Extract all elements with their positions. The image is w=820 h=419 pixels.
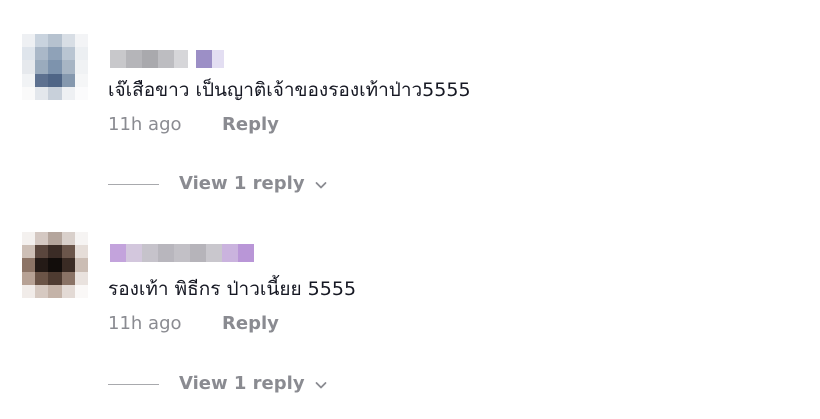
chevron-down-icon <box>314 177 328 191</box>
view-replies-label: View 1 reply <box>179 373 305 394</box>
comment-meta: 11h ago Reply <box>108 312 279 336</box>
reply-button[interactable]: Reply <box>222 113 279 137</box>
chevron-down-icon <box>314 377 328 391</box>
reply-button[interactable]: Reply <box>222 312 279 336</box>
comment-item: เจ๊เสือขาว เป็นญาติเจ้าของรองเท้าป่าว555… <box>0 0 820 210</box>
comment-timestamp: 11h ago <box>108 313 182 334</box>
divider-line <box>108 183 159 185</box>
username-redacted[interactable] <box>110 244 254 262</box>
comment-timestamp: 11h ago <box>108 114 182 135</box>
comment-text: รองเท้า พิธีกร ป่าวเนี้ยย 5555 <box>108 278 357 300</box>
view-replies-label: View 1 reply <box>179 173 305 194</box>
view-replies-button[interactable]: View 1 reply <box>108 372 328 396</box>
comment-item: รองเท้า พิธีกร ป่าวเนี้ยย 5555 11h ago R… <box>0 210 820 419</box>
view-replies-button[interactable]: View 1 reply <box>108 172 328 196</box>
comment-meta: 11h ago Reply <box>108 113 279 137</box>
divider-line <box>108 383 159 385</box>
comment-text: เจ๊เสือขาว เป็นญาติเจ้าของรองเท้าป่าว555… <box>108 79 471 101</box>
username-redacted[interactable] <box>110 50 224 68</box>
avatar[interactable] <box>22 34 88 100</box>
avatar[interactable] <box>22 232 88 298</box>
